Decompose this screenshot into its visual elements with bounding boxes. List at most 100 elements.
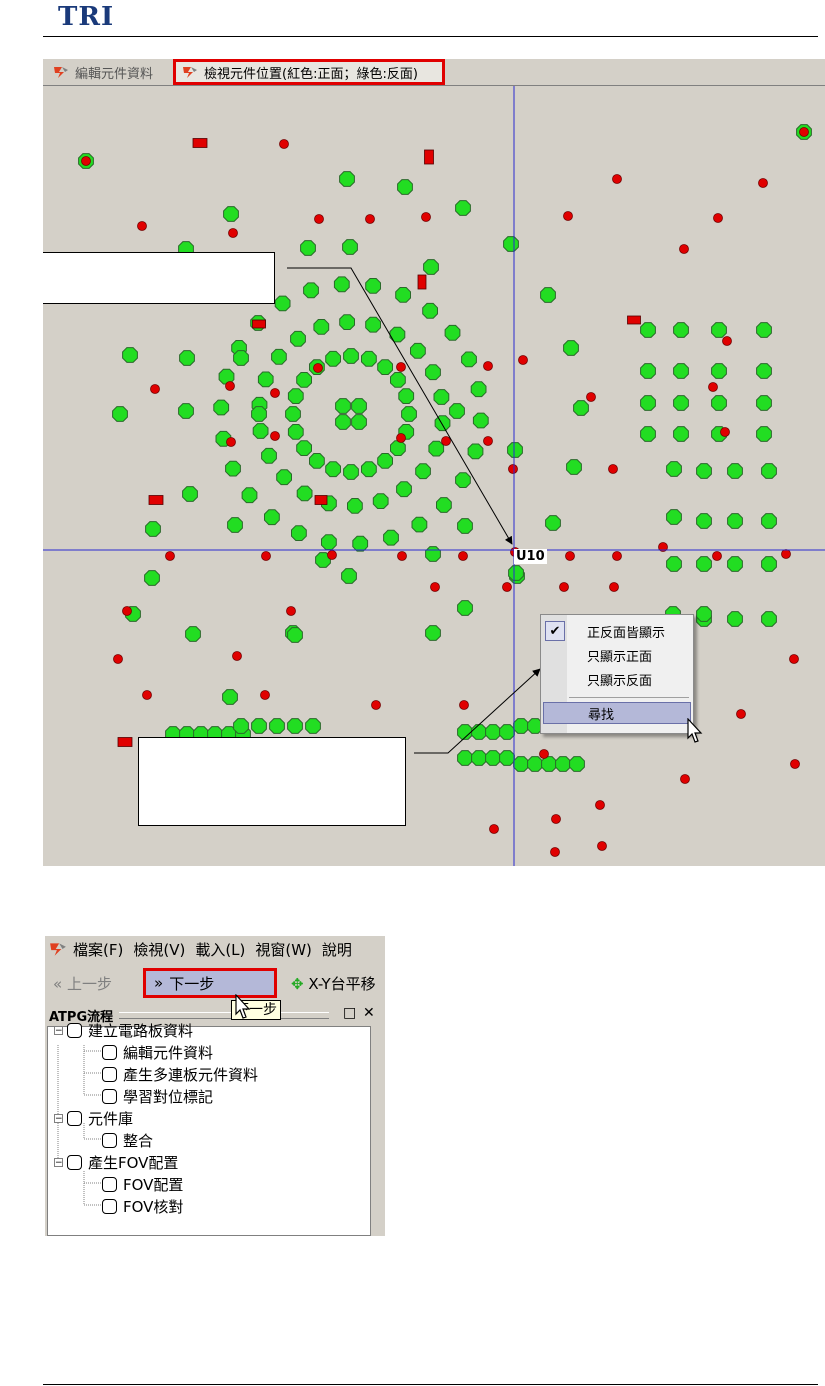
checkbox[interactable]: [102, 1176, 117, 1192]
front-side-component[interactable]: [758, 178, 768, 188]
back-side-component[interactable]: [271, 348, 287, 365]
front-side-component[interactable]: [270, 431, 280, 441]
back-side-component[interactable]: [499, 724, 515, 740]
back-side-component[interactable]: [761, 513, 777, 529]
back-side-component[interactable]: [401, 406, 417, 422]
front-side-component[interactable]: [327, 550, 337, 560]
front-side-component[interactable]: [550, 847, 560, 857]
back-side-component[interactable]: [303, 282, 319, 299]
front-side-component[interactable]: [680, 774, 690, 784]
front-side-pad[interactable]: [627, 315, 641, 325]
collapse-icon[interactable]: −: [54, 1157, 63, 1167]
back-side-component[interactable]: [291, 525, 307, 541]
back-side-component[interactable]: [361, 350, 377, 367]
back-side-component[interactable]: [305, 718, 321, 734]
next-step-button[interactable]: » 下一步: [143, 968, 277, 998]
back-side-component[interactable]: [455, 200, 471, 216]
front-side-component[interactable]: [165, 551, 175, 561]
back-side-component[interactable]: [321, 534, 337, 550]
back-side-component[interactable]: [499, 750, 515, 766]
back-side-component[interactable]: [397, 179, 413, 195]
back-side-component[interactable]: [347, 498, 363, 514]
back-side-component[interactable]: [287, 718, 303, 734]
checkbox[interactable]: [67, 1022, 82, 1038]
back-side-component[interactable]: [377, 359, 393, 375]
front-side-component[interactable]: [612, 551, 622, 561]
back-side-component[interactable]: [339, 171, 355, 187]
back-side-component[interactable]: [225, 460, 241, 477]
back-side-component[interactable]: [696, 463, 712, 479]
front-side-component[interactable]: [559, 582, 569, 592]
tree-node-edit-component[interactable]: 編輯元件資料: [102, 1041, 213, 1063]
back-side-component[interactable]: [467, 443, 484, 460]
back-side-component[interactable]: [666, 509, 682, 525]
tree-node-multi-panel[interactable]: 產生多連板元件資料: [102, 1063, 258, 1085]
back-side-component[interactable]: [343, 464, 359, 480]
back-side-component[interactable]: [257, 371, 274, 388]
back-side-component[interactable]: [233, 350, 249, 366]
front-side-pad[interactable]: [252, 319, 266, 329]
menu-load[interactable]: 載入(L): [195, 939, 245, 960]
back-side-component[interactable]: [396, 481, 412, 498]
checkbox[interactable]: [102, 1088, 117, 1104]
close-icon[interactable]: ✕: [363, 1005, 375, 1021]
back-side-component[interactable]: [351, 398, 367, 414]
menu-file[interactable]: 檔案(F): [73, 939, 123, 960]
front-side-component[interactable]: [261, 551, 271, 561]
collapse-icon[interactable]: −: [54, 1113, 63, 1123]
back-side-component[interactable]: [233, 718, 249, 734]
front-side-component[interactable]: [122, 606, 132, 616]
back-side-component[interactable]: [390, 372, 406, 388]
back-side-component[interactable]: [274, 295, 291, 312]
back-side-component[interactable]: [756, 363, 772, 379]
back-side-component[interactable]: [696, 513, 712, 529]
back-side-component[interactable]: [457, 600, 473, 616]
back-side-component[interactable]: [269, 718, 285, 734]
back-side-component[interactable]: [182, 486, 198, 502]
back-side-component[interactable]: [422, 302, 438, 319]
back-side-component[interactable]: [425, 546, 441, 562]
back-side-component[interactable]: [144, 570, 160, 586]
collapse-icon[interactable]: −: [54, 1025, 63, 1035]
front-side-component[interactable]: [708, 382, 718, 392]
front-side-component[interactable]: [608, 464, 618, 474]
back-side-component[interactable]: [185, 626, 201, 642]
front-side-component[interactable]: [232, 651, 242, 661]
back-side-component[interactable]: [472, 412, 489, 429]
back-side-component[interactable]: [471, 724, 487, 740]
back-side-component[interactable]: [145, 521, 161, 537]
leader-line-menu[interactable]: [414, 668, 541, 754]
back-side-component[interactable]: [673, 363, 689, 379]
back-side-component[interactable]: [342, 239, 358, 255]
front-side-component[interactable]: [712, 551, 722, 561]
checkbox[interactable]: [67, 1110, 82, 1126]
component-position-canvas[interactable]: U10 ✔ 正反面皆顯示 只顯示正面 只顯示反面 尋找: [43, 86, 825, 866]
back-side-component[interactable]: [761, 463, 777, 479]
back-side-component[interactable]: [285, 406, 301, 422]
back-side-component[interactable]: [727, 463, 743, 479]
tree-node-fov[interactable]: − 產生FOV配置: [54, 1151, 178, 1173]
panel-scrollbar[interactable]: [371, 1026, 385, 1236]
back-side-component[interactable]: [433, 389, 450, 405]
back-side-component[interactable]: [325, 461, 341, 478]
prev-step-button[interactable]: « 上一步: [53, 973, 112, 994]
back-side-component[interactable]: [727, 611, 743, 627]
front-side-component[interactable]: [270, 388, 280, 398]
back-side-component[interactable]: [251, 718, 267, 734]
front-side-component[interactable]: [483, 436, 493, 446]
back-side-component[interactable]: [343, 348, 359, 364]
back-side-component[interactable]: [287, 424, 304, 440]
tree-node-fov-check[interactable]: FOV核對: [102, 1195, 183, 1217]
back-side-component[interactable]: [122, 347, 138, 363]
back-side-component[interactable]: [545, 515, 561, 531]
back-side-component[interactable]: [540, 287, 556, 303]
front-side-component[interactable]: [260, 690, 270, 700]
back-side-component[interactable]: [640, 426, 656, 442]
back-side-component[interactable]: [287, 627, 303, 643]
front-side-pad[interactable]: [424, 149, 434, 165]
back-side-component[interactable]: [213, 399, 230, 416]
front-side-component[interactable]: [713, 213, 723, 223]
back-side-component[interactable]: [756, 395, 772, 411]
front-side-component[interactable]: [565, 551, 575, 561]
tree-node-library[interactable]: − 元件庫: [54, 1107, 133, 1129]
